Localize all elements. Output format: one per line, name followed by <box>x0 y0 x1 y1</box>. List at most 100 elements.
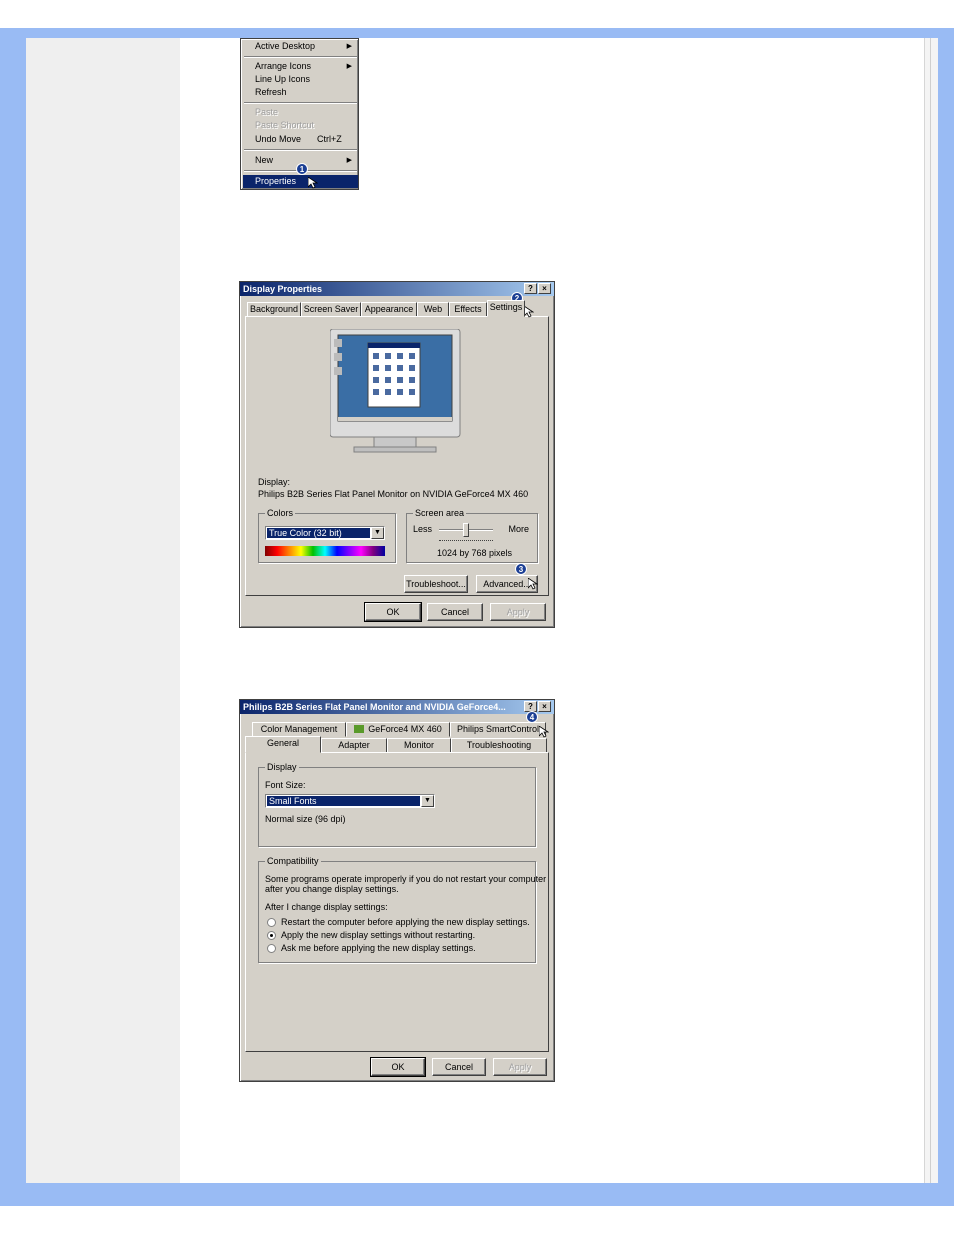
display-label: Display: <box>258 477 291 487</box>
tab-screen-saver[interactable]: Screen Saver <box>301 302 361 317</box>
chevron-down-icon[interactable]: ▼ <box>371 527 384 539</box>
close-button[interactable]: × <box>538 283 551 294</box>
display-properties-window: Display Properties ? × Background Screen… <box>239 281 555 628</box>
advanced-properties-window: Philips B2B Series Flat Panel Monitor an… <box>239 699 555 1082</box>
compatibility-text-line-1: Some programs operate improperly if you … <box>265 874 547 884</box>
help-button[interactable]: ? <box>524 283 537 294</box>
display-group-label: Display <box>265 762 299 772</box>
step-badge-4: 4 <box>526 711 538 723</box>
tab-general[interactable]: General <box>245 736 321 753</box>
submenu-arrow-icon: ▶ <box>346 157 352 164</box>
menu-item-label: Active Desktop <box>255 41 316 51</box>
menu-item-label: Paste <box>255 107 279 117</box>
menu-item-arrange-icons[interactable]: Arrange Icons ▶ <box>243 60 358 73</box>
display-device-name: Philips B2B Series Flat Panel Monitor on… <box>258 489 529 499</box>
menu-item-label: Properties <box>255 176 297 186</box>
tab-background[interactable]: Background <box>247 302 301 317</box>
tab-geforce4[interactable]: GeForce4 MX 460 <box>346 722 450 737</box>
compatibility-text-line-2: after you change display settings. <box>265 884 399 894</box>
tab-color-management[interactable]: Color Management <box>252 722 346 737</box>
menu-item-label: Refresh <box>255 87 287 97</box>
colors-group: Colors True Color (32 bit) ▼ <box>258 508 396 563</box>
general-panel: Display Font Size: Small Fonts ▼ Normal … <box>245 752 549 1052</box>
radio-ask-me-label[interactable]: Ask me before applying the new display s… <box>281 943 476 953</box>
menu-item-shortcut: Ctrl+Z <box>317 134 342 144</box>
radio-restart[interactable] <box>267 918 276 927</box>
window-title: Philips B2B Series Flat Panel Monitor an… <box>243 702 506 712</box>
compatibility-group: Compatibility Some programs operate impr… <box>258 856 546 963</box>
mouse-pointer-icon <box>528 578 538 590</box>
troubleshoot-button[interactable]: Troubleshoot... <box>404 575 468 593</box>
menu-item-label: Arrange Icons <box>255 61 312 71</box>
window-title: Display Properties <box>243 284 323 294</box>
cancel-button[interactable]: Cancel <box>432 1058 486 1076</box>
colors-group-label: Colors <box>265 508 296 518</box>
tab-philips-smartcontrol[interactable]: Philips SmartControl <box>450 722 546 737</box>
settings-panel: Display: Philips B2B Series Flat Panel M… <box>245 316 549 596</box>
menu-item-undo-move[interactable]: Undo Move Ctrl+Z <box>243 133 358 146</box>
resolution-slider-thumb[interactable] <box>463 523 469 537</box>
submenu-arrow-icon: ▶ <box>346 63 352 70</box>
menu-item-paste-shortcut: Paste Shortcut <box>243 119 358 132</box>
menu-item-label: Line Up Icons <box>255 74 311 84</box>
colors-dropdown[interactable]: True Color (32 bit) ▼ <box>265 526 385 540</box>
tab-monitor[interactable]: Monitor <box>387 738 451 753</box>
step-badge-1: 1 <box>296 163 308 175</box>
menu-separator <box>244 149 357 151</box>
right-scroll-strip <box>924 38 938 1183</box>
menu-item-properties[interactable]: Properties <box>243 175 358 188</box>
tab-appearance[interactable]: Appearance <box>361 302 417 317</box>
tab-effects[interactable]: Effects <box>449 302 487 317</box>
radio-apply-without-restart[interactable] <box>267 931 276 940</box>
close-button[interactable]: × <box>538 701 551 712</box>
slider-ticks <box>439 540 493 542</box>
tab-troubleshooting[interactable]: Troubleshooting <box>451 738 547 753</box>
menu-item-refresh[interactable]: Refresh <box>243 86 358 99</box>
menu-item-paste: Paste <box>243 106 358 119</box>
tab-adapter[interactable]: Adapter <box>321 738 387 753</box>
menu-item-active-desktop[interactable]: Active Desktop ▶ <box>243 40 358 53</box>
color-spectrum-bar <box>265 546 385 556</box>
submenu-arrow-icon: ▶ <box>346 43 352 50</box>
mouse-pointer-icon <box>539 726 549 738</box>
apply-button: Apply <box>490 603 546 621</box>
apply-button: Apply <box>493 1058 547 1076</box>
menu-separator <box>244 56 357 58</box>
tab-label: GeForce4 MX 460 <box>368 724 442 734</box>
step-badge-3: 3 <box>515 563 527 575</box>
compatibility-group-label: Compatibility <box>265 856 321 866</box>
ok-button[interactable]: OK <box>364 602 422 622</box>
font-size-note: Normal size (96 dpi) <box>265 814 346 824</box>
screen-area-group: Screen area Less More 1024 by 768 pixels <box>406 508 538 563</box>
mouse-pointer-icon <box>308 177 318 189</box>
font-size-dropdown[interactable]: Small Fonts ▼ <box>265 794 435 808</box>
nvidia-icon <box>354 725 365 733</box>
left-sidebar <box>26 38 180 1183</box>
menu-item-label: Paste Shortcut <box>255 120 315 130</box>
resolution-value: 1024 by 768 pixels <box>437 548 513 558</box>
chevron-down-icon[interactable]: ▼ <box>421 795 434 807</box>
menu-item-label: Undo Move <box>255 134 302 144</box>
slider-less-label: Less <box>413 524 433 534</box>
radio-restart-label[interactable]: Restart the computer before applying the… <box>281 917 530 927</box>
screen-area-group-label: Screen area <box>413 508 467 518</box>
ok-button[interactable]: OK <box>370 1057 426 1077</box>
tab-web[interactable]: Web <box>417 302 449 317</box>
menu-item-line-up-icons[interactable]: Line Up Icons <box>243 73 358 86</box>
after-change-label: After I change display settings: <box>265 902 388 912</box>
display-group: Display Font Size: Small Fonts ▼ Normal … <box>258 762 536 847</box>
radio-apply-without-restart-label[interactable]: Apply the new display settings without r… <box>281 930 475 940</box>
cancel-button[interactable]: Cancel <box>427 603 483 621</box>
radio-ask-me[interactable] <box>267 944 276 953</box>
window-title-bar: Philips B2B Series Flat Panel Monitor an… <box>240 700 554 714</box>
colors-dropdown-value: True Color (32 bit) <box>267 528 370 538</box>
window-title-bar: Display Properties ? × <box>240 282 554 296</box>
tab-settings[interactable]: Settings <box>487 300 525 317</box>
font-size-label: Font Size: <box>265 780 306 790</box>
mouse-pointer-icon <box>524 306 534 318</box>
font-size-dropdown-value: Small Fonts <box>267 796 420 806</box>
monitor-preview-icon <box>330 329 461 453</box>
slider-more-label: More <box>508 524 529 534</box>
menu-separator <box>244 102 357 104</box>
menu-item-label: New <box>255 155 274 165</box>
